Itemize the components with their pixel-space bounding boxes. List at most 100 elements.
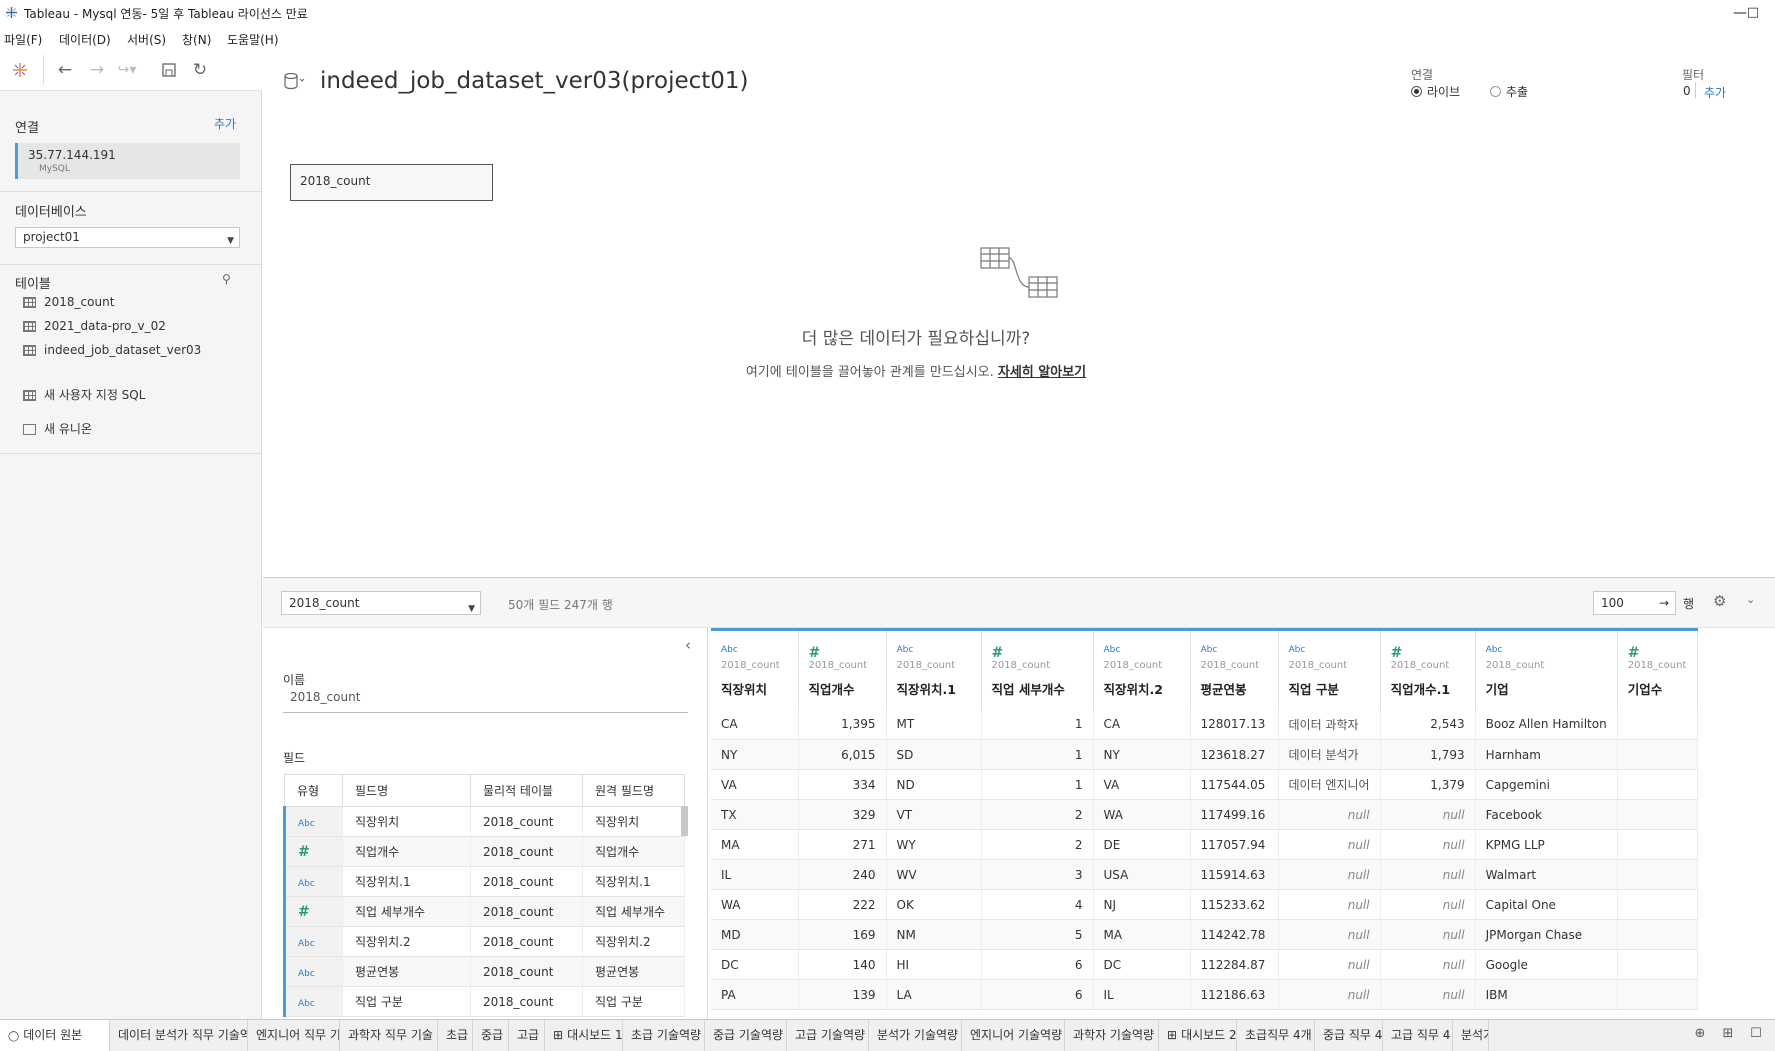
add-connection-link[interactable]: 추가 <box>214 115 236 132</box>
sheet-tab[interactable]: 초급 <box>438 1020 473 1051</box>
table-cell[interactable] <box>1617 739 1698 770</box>
save-icon[interactable] <box>158 59 180 81</box>
table-cell[interactable]: WY <box>886 829 982 860</box>
table-cell[interactable]: 데이터 과학자 <box>1278 709 1381 740</box>
sheet-tab[interactable]: 과학자 기술역량 <box>1065 1020 1159 1051</box>
table-cell[interactable]: WA <box>1093 799 1191 830</box>
table-cell[interactable]: 115233.62 <box>1190 889 1279 920</box>
sheet-tab[interactable]: ⊞ 대시보드 2 <box>1159 1020 1237 1051</box>
table-cell[interactable]: null <box>1380 859 1476 890</box>
table-cell[interactable] <box>1617 709 1698 740</box>
sheet-tab[interactable]: 고급 <box>509 1020 545 1051</box>
table-cell[interactable]: 112186.63 <box>1190 979 1279 1010</box>
table-cell[interactable]: PA <box>711 979 799 1010</box>
sheet-tab[interactable]: 고급 직무 4 <box>1383 1020 1453 1051</box>
database-select[interactable]: project01 ▼ <box>15 227 240 248</box>
field-name-cell[interactable]: 직업개수 <box>342 836 471 867</box>
table-cell[interactable]: 169 <box>798 919 887 950</box>
table-cell[interactable]: IBM <box>1475 979 1618 1010</box>
field-name-cell[interactable]: 직업 구분 <box>342 986 471 1017</box>
field-row[interactable]: Abc 직장위치.1 2018_count 직장위치.1 <box>283 866 685 897</box>
table-cell[interactable]: 6 <box>981 979 1094 1010</box>
search-icon[interactable]: ⚲ <box>222 272 231 286</box>
table-cell[interactable]: IL <box>1093 979 1191 1010</box>
preview-table-select[interactable]: 2018_count ▼ <box>281 591 481 615</box>
table-item[interactable]: 2018_count <box>23 295 114 313</box>
table-cell[interactable]: null <box>1380 829 1476 860</box>
field-name-cell[interactable]: 평균연봉 <box>342 956 471 987</box>
menu-help[interactable]: 도움말(H) <box>227 31 279 48</box>
table-cell[interactable]: 123618.27 <box>1190 739 1279 770</box>
column-header[interactable]: #2018_count 직업 세부개수 <box>981 628 1094 710</box>
table-cell[interactable]: Capital One <box>1475 889 1618 920</box>
rows-input[interactable]: 100 → <box>1593 591 1676 615</box>
table-card[interactable]: 2018_count <box>290 164 493 201</box>
field-row[interactable]: Abc 직장위치 2018_count 직장위치 <box>283 806 685 837</box>
sheet-tab[interactable]: 중급 <box>473 1020 509 1051</box>
header-remote-field-name[interactable]: 원격 필드명 <box>582 774 685 807</box>
menu-file[interactable]: 파일(F) <box>4 31 42 48</box>
table-cell[interactable]: Capgemini <box>1475 769 1618 800</box>
table-cell[interactable]: MT <box>886 709 982 740</box>
table-cell[interactable] <box>1617 919 1698 950</box>
table-cell[interactable]: 2 <box>981 799 1094 830</box>
table-cell[interactable]: 240 <box>798 859 887 890</box>
column-header[interactable]: #2018_count 직업개수 <box>798 628 887 710</box>
field-row[interactable]: Abc 직업 구분 2018_count 직업 구분 <box>283 986 685 1017</box>
menu-server[interactable]: 서버(S) <box>127 31 166 48</box>
menu-data[interactable]: 데이터(D) <box>59 31 111 48</box>
table-cell[interactable]: null <box>1278 949 1381 980</box>
table-cell[interactable]: null <box>1278 979 1381 1010</box>
table-cell[interactable]: MD <box>711 919 799 950</box>
table-cell[interactable]: 139 <box>798 979 887 1010</box>
sheet-tab[interactable]: 엔지니어 직무 기 <box>248 1020 340 1051</box>
table-cell[interactable]: MA <box>711 829 799 860</box>
table-cell[interactable]: Harnham <box>1475 739 1618 770</box>
table-cell[interactable]: 128017.13 <box>1190 709 1279 740</box>
sheet-tab[interactable]: 중급 직무 4 <box>1315 1020 1383 1051</box>
table-cell[interactable]: WA <box>711 889 799 920</box>
column-header[interactable]: Abc 2018_count 직장위치.1 <box>886 628 982 710</box>
table-cell[interactable]: VA <box>1093 769 1191 800</box>
table-cell[interactable]: 3 <box>981 859 1094 890</box>
database-icon[interactable] <box>283 71 307 93</box>
table-cell[interactable]: 6 <box>981 949 1094 980</box>
table-cell[interactable]: IL <box>711 859 799 890</box>
tableau-home-icon[interactable] <box>9 59 31 81</box>
table-cell[interactable]: 1,793 <box>1380 739 1476 770</box>
sheet-tab[interactable]: 엔지니어 기술역량 <box>962 1020 1065 1051</box>
table-cell[interactable]: MA <box>1093 919 1191 950</box>
data-grid[interactable]: Abc 2018_count 직장위치 #2018_count 직업개수 Abc 2018_… <box>711 628 1775 1020</box>
number-type-icon[interactable]: # <box>992 645 1093 661</box>
field-row[interactable]: # 직업 세부개수 2018_count 직업 세부개수 <box>283 896 685 927</box>
table-cell[interactable]: null <box>1380 919 1476 950</box>
table-cell[interactable]: null <box>1380 889 1476 920</box>
table-cell[interactable]: 117544.05 <box>1190 769 1279 800</box>
field-row[interactable]: # 직업개수 2018_count 직업개수 <box>283 836 685 867</box>
sheet-tab[interactable]: 분석가 기술역량 <box>869 1020 962 1051</box>
field-name-cell[interactable]: 직장위치.1 <box>342 866 471 897</box>
sheet-tab[interactable]: 초급직무 4개 <box>1237 1020 1315 1051</box>
table-cell[interactable]: 5 <box>981 919 1094 950</box>
table-cell[interactable]: HI <box>886 949 982 980</box>
table-cell[interactable] <box>1617 889 1698 920</box>
table-cell[interactable]: CA <box>711 709 799 740</box>
field-name-cell[interactable]: 직장위치.2 <box>342 926 471 957</box>
table-cell[interactable]: null <box>1380 949 1476 980</box>
tab-data-source[interactable]: ◯ 데이터 원본 <box>0 1020 110 1051</box>
field-type-cell[interactable]: # <box>283 896 343 927</box>
restore-button[interactable]: □ <box>1738 3 1768 23</box>
sheet-tab[interactable]: 과학자 직무 기술 <box>340 1020 438 1051</box>
table-cell[interactable] <box>1617 769 1698 800</box>
field-row[interactable]: Abc 평균연봉 2018_count 평균연봉 <box>283 956 685 987</box>
field-row[interactable]: Abc 직장위치.2 2018_count 직장위치.2 <box>283 926 685 957</box>
table-cell[interactable]: USA <box>1093 859 1191 890</box>
table-cell[interactable]: null <box>1278 889 1381 920</box>
string-type-icon[interactable]: Abc <box>1201 645 1278 659</box>
table-cell[interactable]: 데이터 분석가 <box>1278 739 1381 770</box>
table-cell[interactable]: null <box>1380 979 1476 1010</box>
table-cell[interactable]: Walmart <box>1475 859 1618 890</box>
table-cell[interactable]: KPMG LLP <box>1475 829 1618 860</box>
chevron-down-icon[interactable]: ⌄ <box>1746 593 1755 606</box>
column-header[interactable]: Abc 2018_count 평균연봉 <box>1190 628 1279 710</box>
